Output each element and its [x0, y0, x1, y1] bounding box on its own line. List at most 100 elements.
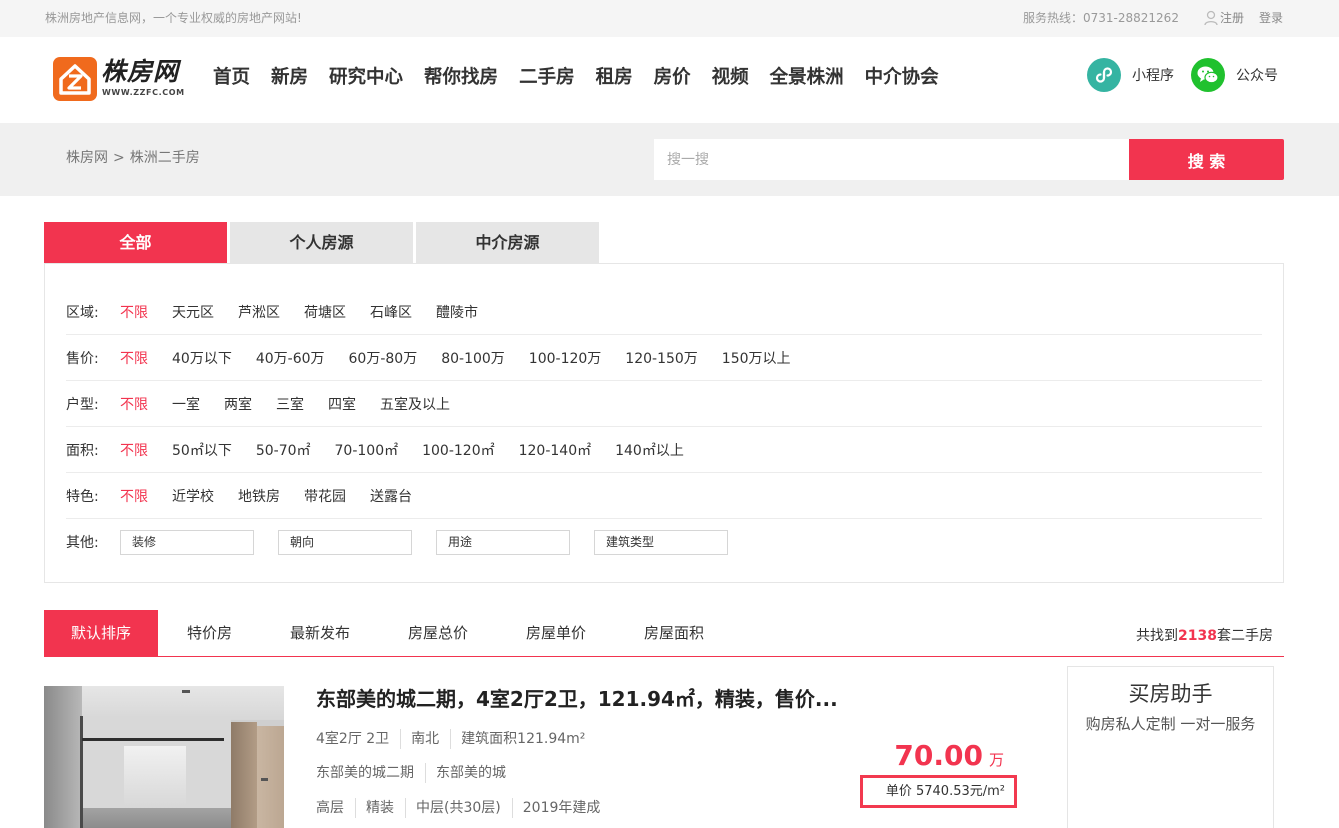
nav-research[interactable]: 研究中心	[329, 66, 403, 90]
price-value: 70.00	[894, 739, 983, 772]
photo-left-wall	[44, 686, 82, 828]
nav-prices[interactable]: 房价	[654, 66, 691, 90]
filter-row-other: 其他: 装修 朝向 用途 建筑类型	[66, 519, 1262, 565]
filter-option[interactable]: 150万以上	[722, 348, 791, 368]
filter-option[interactable]: 140㎡以上	[615, 440, 684, 460]
wechat-glyph	[1197, 66, 1219, 84]
mini-program-button[interactable]: 小程序	[1087, 58, 1174, 92]
tab-all[interactable]: 全部	[44, 222, 227, 263]
breadcrumb-separator: >	[113, 150, 125, 166]
usage-select[interactable]: 用途	[436, 529, 570, 555]
filter-label: 面积:	[66, 442, 99, 459]
search-button[interactable]: 搜 索	[1129, 139, 1284, 180]
sort-total-price[interactable]: 房屋总价	[379, 610, 497, 656]
filter-option[interactable]: 不限	[120, 302, 148, 322]
search-input[interactable]	[654, 139, 1129, 180]
photo-ceiling-light	[182, 690, 190, 693]
filter-panel: 区域: 不限 天元区 芦淞区 荷塘区 石峰区 醴陵市 售价: 不限 40万以下 …	[44, 263, 1284, 583]
sort-newest[interactable]: 最新发布	[261, 610, 379, 656]
filter-option[interactable]: 100-120万	[529, 348, 602, 368]
nav-home[interactable]: 首页	[213, 66, 250, 90]
listing-floor: 中层(共30层)	[405, 798, 501, 818]
wechat-icon	[1191, 58, 1225, 92]
nav-second-hand[interactable]: 二手房	[519, 66, 575, 90]
filter-option[interactable]: 五室及以上	[380, 394, 450, 414]
nav-video[interactable]: 视频	[712, 66, 749, 90]
filter-option[interactable]: 送露台	[370, 486, 412, 506]
filter-option[interactable]: 带花园	[304, 486, 346, 506]
listing-title[interactable]: 东部美的城二期，4室2厅2卫，121.94㎡，精装，售价...	[316, 686, 838, 712]
listing-details-layout: 4室2厅 2卫 南北 建筑面积121.94m²	[316, 729, 585, 749]
listing-decoration: 精装	[355, 798, 394, 818]
filter-option[interactable]: 100-120㎡	[422, 440, 495, 460]
filter-option[interactable]: 地铁房	[238, 486, 280, 506]
filter-option[interactable]: 石峰区	[370, 302, 412, 322]
filter-option[interactable]: 50㎡以下	[172, 440, 232, 460]
register-link[interactable]: 注册	[1220, 0, 1244, 37]
filter-option[interactable]: 三室	[276, 394, 304, 414]
buyer-assistant-panel[interactable]: 买房助手 购房私人定制 一对一服务	[1067, 666, 1274, 828]
listing-community: 东部美的城二期	[316, 765, 414, 781]
result-count: 共找到2138套二手房	[1136, 626, 1273, 646]
listing-rooms: 4室2厅 2卫	[316, 731, 390, 747]
site-slogan: 株洲房地产信息网，一个专业权威的房地产网站!	[45, 11, 302, 25]
photo-door-frame	[231, 722, 257, 828]
sort-bar: 默认排序 特价房 最新发布 房屋总价 房屋单价 房屋面积 共找到2138套二手房	[44, 610, 1284, 657]
mini-program-glyph	[1095, 67, 1113, 83]
nav-new-homes[interactable]: 新房	[271, 66, 308, 90]
sort-special-price[interactable]: 特价房	[158, 610, 261, 656]
tab-personal-listings[interactable]: 个人房源	[230, 222, 413, 263]
filter-option[interactable]: 不限	[120, 394, 148, 414]
sort-default[interactable]: 默认排序	[44, 610, 158, 656]
filter-option[interactable]: 50-70㎡	[256, 440, 311, 460]
listing-community-group: 东部美的城	[425, 763, 506, 783]
official-account-button[interactable]: 公众号	[1191, 58, 1278, 92]
top-bar: 株洲房地产信息网，一个专业权威的房地产网站! 服务热线：0731-2882126…	[0, 0, 1339, 37]
breadcrumb-home[interactable]: 株房网	[66, 150, 108, 166]
sort-area[interactable]: 房屋面积	[615, 610, 733, 656]
decoration-select[interactable]: 装修	[120, 529, 254, 555]
result-suffix: 套二手房	[1217, 628, 1273, 644]
filter-option[interactable]: 不限	[120, 486, 148, 506]
filter-option[interactable]: 芦淞区	[238, 302, 280, 322]
listing-area: 建筑面积121.94m²	[450, 729, 585, 749]
filter-option[interactable]: 80-100万	[441, 348, 505, 368]
listing-photo[interactable]	[44, 686, 284, 828]
filter-label: 户型:	[66, 396, 99, 413]
nav-rent[interactable]: 租房	[596, 66, 633, 90]
result-number: 2138	[1178, 628, 1217, 644]
breadcrumb-current[interactable]: 株洲二手房	[130, 150, 200, 166]
filter-option[interactable]: 40万-60万	[256, 348, 325, 368]
login-link[interactable]: 登录	[1259, 0, 1283, 37]
filter-label: 特色:	[66, 488, 99, 505]
photo-door-handle	[261, 778, 268, 781]
filter-option[interactable]: 120-140㎡	[519, 440, 592, 460]
filter-label: 其他:	[66, 535, 99, 551]
filter-option[interactable]: 120-150万	[625, 348, 698, 368]
filter-option[interactable]: 40万以下	[172, 348, 232, 368]
price-unit: 万	[988, 751, 1004, 769]
nav-find-home[interactable]: 帮你找房	[424, 66, 498, 90]
tab-agency-listings[interactable]: 中介房源	[416, 222, 599, 263]
filter-option[interactable]: 一室	[172, 394, 200, 414]
filter-option[interactable]: 四室	[328, 394, 356, 414]
filter-option[interactable]: 荷塘区	[304, 302, 346, 322]
nav-panorama[interactable]: 全景株洲	[770, 66, 844, 90]
nav-agency-association[interactable]: 中介协会	[865, 66, 939, 90]
listing-price: 70.00 万	[894, 738, 1004, 774]
filter-option[interactable]: 醴陵市	[436, 302, 478, 322]
filter-option[interactable]: 70-100㎡	[335, 440, 399, 460]
filter-option[interactable]: 60万-80万	[349, 348, 418, 368]
result-prefix: 共找到	[1136, 628, 1179, 644]
building-type-select[interactable]: 建筑类型	[594, 529, 728, 555]
site-logo[interactable]: 株房网 WWW.ZZFC.COM	[53, 57, 185, 101]
filter-option[interactable]: 不限	[120, 348, 148, 368]
filter-option[interactable]: 两室	[224, 394, 252, 414]
logo-name: 株房网	[101, 57, 180, 86]
sort-unit-price[interactable]: 房屋单价	[497, 610, 615, 656]
breadcrumb: 株房网 > 株洲二手房	[66, 148, 200, 168]
filter-option[interactable]: 天元区	[172, 302, 214, 322]
filter-option[interactable]: 近学校	[172, 486, 214, 506]
orientation-select[interactable]: 朝向	[278, 529, 412, 555]
filter-option[interactable]: 不限	[120, 440, 148, 460]
